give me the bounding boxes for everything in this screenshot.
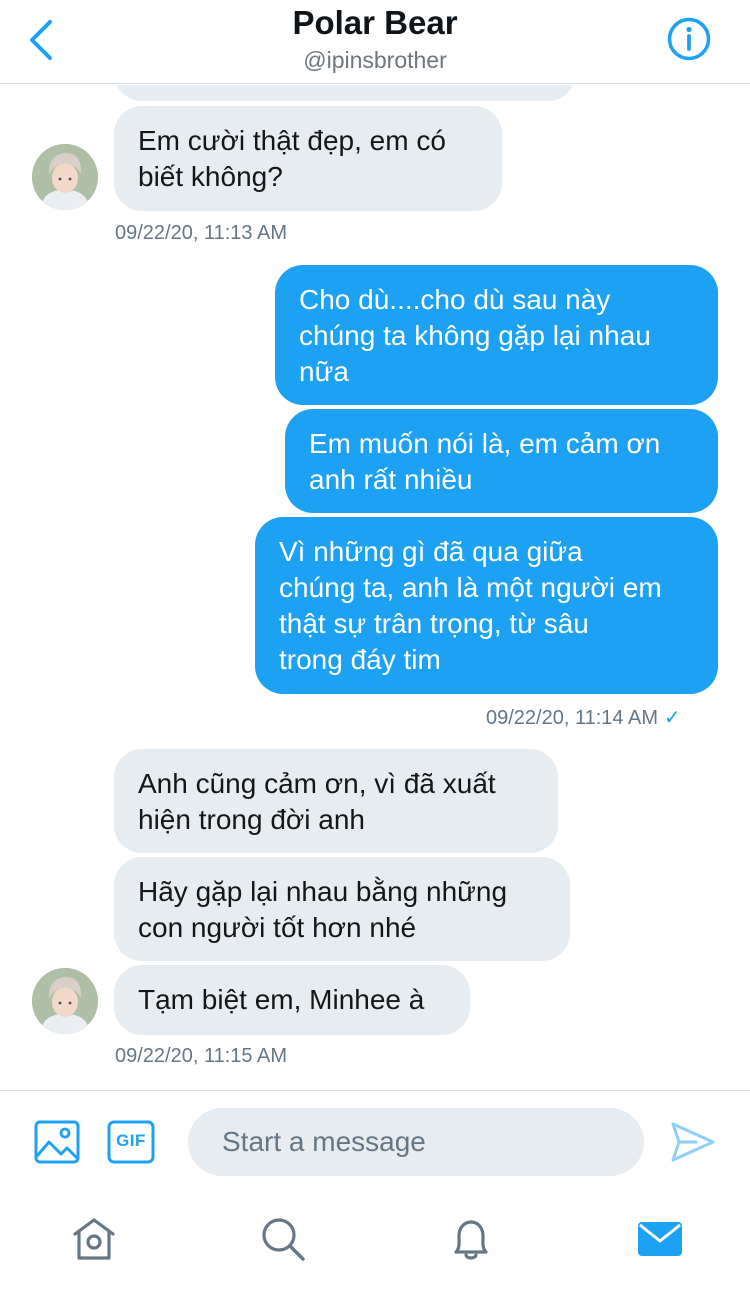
conversation-title[interactable]: Polar Bear bbox=[0, 4, 750, 42]
read-check-icon: ✓ bbox=[663, 707, 681, 729]
message-bubble-incoming[interactable]: Tạm biệt em, Minhee à bbox=[114, 965, 470, 1035]
message-input[interactable] bbox=[188, 1108, 644, 1176]
tab-home[interactable] bbox=[69, 1214, 119, 1264]
tab-notifications[interactable] bbox=[446, 1214, 496, 1264]
message-bubble-incoming[interactable]: Em cười thật đẹp, em có biết không? bbox=[114, 106, 502, 211]
tab-search[interactable] bbox=[258, 1214, 308, 1264]
conversation-header: Polar Bear @ipinsbrother bbox=[0, 0, 750, 84]
tab-messages[interactable] bbox=[635, 1214, 685, 1264]
message-list[interactable]: Em cười thật đẹp, em có biết không? 09/2… bbox=[0, 85, 750, 1090]
message-timestamp: 09/22/20, 11:14 AM ✓ bbox=[486, 707, 681, 729]
message-bubble-incoming[interactable]: Anh cũng cảm ơn, vì đã xuất hiện trong đ… bbox=[114, 749, 558, 853]
avatar[interactable] bbox=[32, 968, 98, 1034]
send-icon bbox=[671, 1122, 715, 1162]
image-icon bbox=[34, 1120, 80, 1164]
dm-conversation-screen: Polar Bear @ipinsbrother Em cười thật đẹ… bbox=[0, 0, 750, 1289]
message-bubble-previous[interactable] bbox=[114, 85, 576, 101]
user-photo bbox=[32, 144, 98, 210]
message-text: Hãy gặp lại nhau bằng những con người tố… bbox=[138, 876, 508, 943]
search-icon bbox=[262, 1218, 305, 1261]
message-bubble-outgoing[interactable]: Cho dù....cho dù sau này chúng ta không … bbox=[275, 265, 718, 405]
conversation-handle: @ipinsbrother bbox=[303, 47, 447, 73]
message-text: Tạm biệt em, Minhee à bbox=[138, 984, 425, 1015]
user-photo bbox=[32, 968, 98, 1034]
message-text: Anh cũng cảm ơn, vì đã xuất hiện trong đ… bbox=[138, 768, 496, 835]
media-button[interactable] bbox=[34, 1120, 80, 1169]
bottom-tab-bar bbox=[0, 1192, 750, 1289]
message-bubble-outgoing[interactable]: Vì những gì đã qua giữa chúng ta, anh là… bbox=[255, 517, 718, 694]
info-circle-icon bbox=[667, 17, 711, 61]
message-text: Em cười thật đẹp, em có biết không? bbox=[138, 125, 446, 192]
message-text: Cho dù....cho dù sau này chúng ta không … bbox=[299, 284, 651, 387]
send-button[interactable] bbox=[670, 1121, 716, 1168]
message-bubble-outgoing[interactable]: Em muốn nói là, em cảm ơn anh rất nhiều bbox=[285, 409, 718, 513]
bell-icon bbox=[454, 1220, 488, 1260]
gif-button[interactable]: GIF bbox=[107, 1120, 155, 1169]
home-icon bbox=[73, 1218, 115, 1260]
message-timestamp: 09/22/20, 11:13 AM bbox=[115, 222, 287, 244]
message-bubble-incoming[interactable]: Hãy gặp lại nhau bằng những con người tố… bbox=[114, 857, 570, 961]
gif-label: GIF bbox=[116, 1131, 146, 1150]
avatar[interactable] bbox=[32, 144, 98, 210]
mail-icon bbox=[638, 1222, 682, 1256]
message-composer: GIF bbox=[0, 1090, 750, 1192]
message-timestamp: 09/22/20, 11:15 AM bbox=[115, 1045, 287, 1067]
message-text: Vì những gì đã qua giữa chúng ta, anh là… bbox=[279, 536, 662, 675]
message-text: Em muốn nói là, em cảm ơn anh rất nhiều bbox=[309, 428, 661, 495]
info-button[interactable] bbox=[666, 16, 712, 62]
